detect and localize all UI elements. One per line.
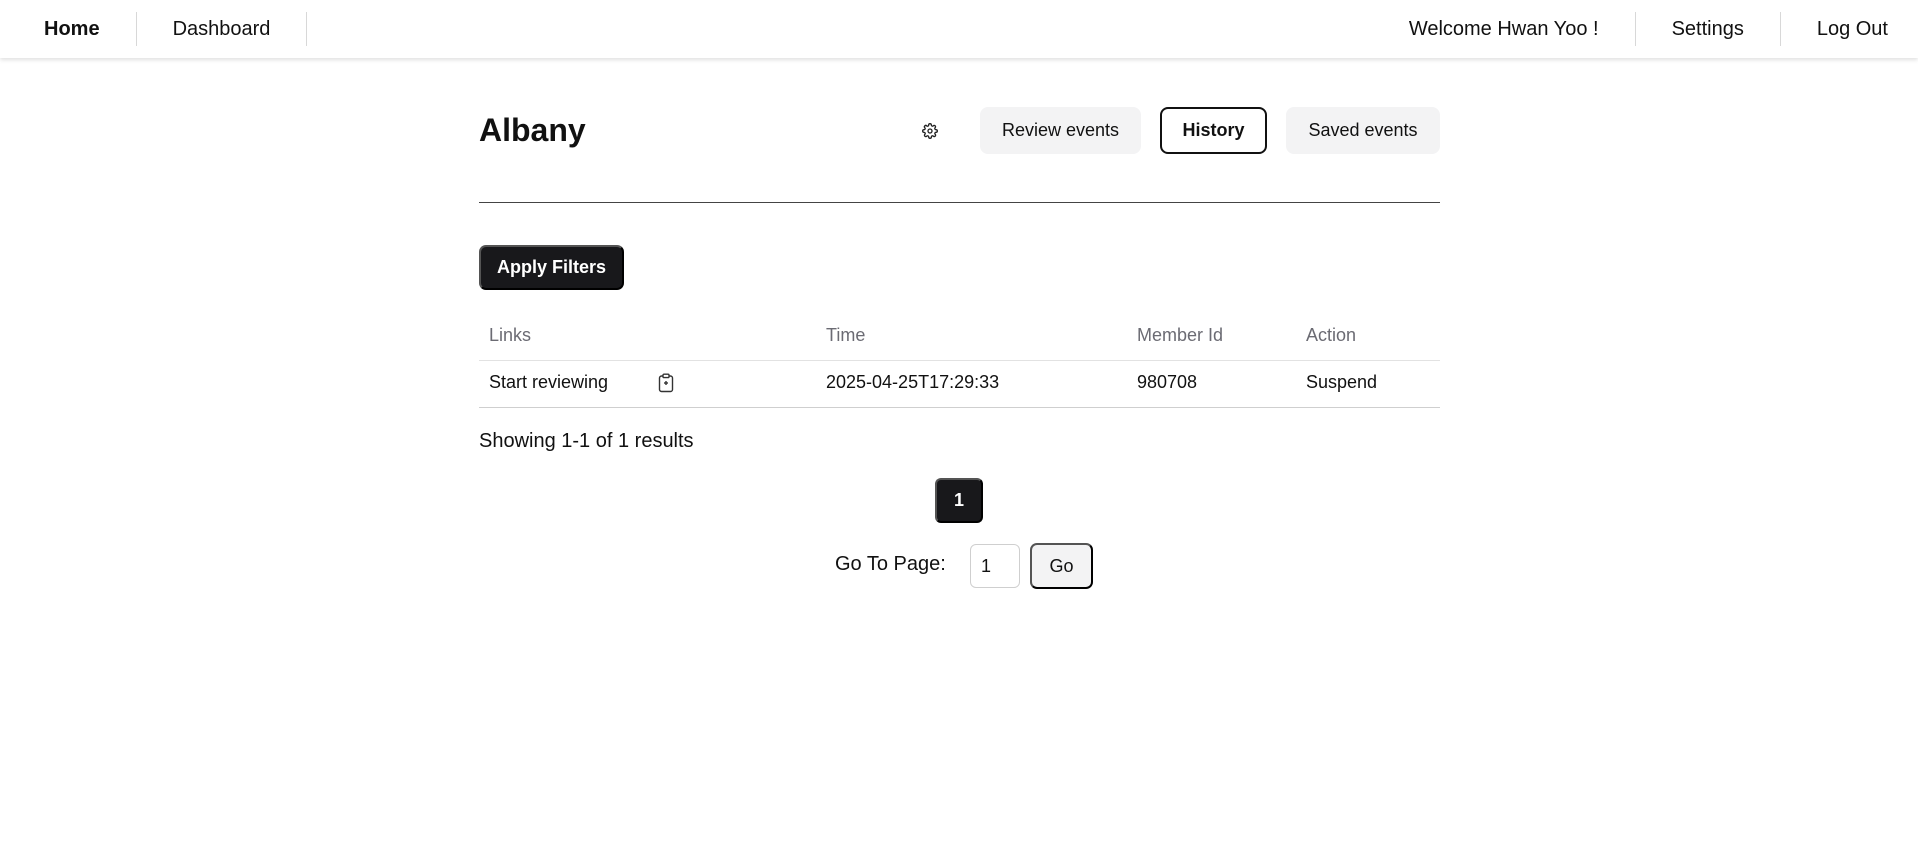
- go-to-page-label: Go To Page:: [835, 553, 946, 575]
- history-tab[interactable]: History: [1160, 107, 1267, 154]
- top-navigation: Home Dashboard Welcome Hwan Yoo ! Settin…: [0, 0, 1918, 58]
- header-divider: [479, 202, 1440, 203]
- column-header-time: Time: [826, 325, 866, 345]
- nav-left: Home Dashboard: [0, 0, 308, 58]
- apply-filters-button[interactable]: Apply Filters: [479, 245, 624, 290]
- page-button-1[interactable]: 1: [935, 478, 983, 523]
- nav-logout-link[interactable]: Log Out: [1781, 12, 1918, 46]
- welcome-message: Welcome Hwan Yoo !: [1408, 17, 1599, 40]
- nav-dashboard-link[interactable]: Dashboard: [137, 12, 307, 46]
- event-action: Suspend: [1306, 372, 1378, 392]
- start-reviewing-link[interactable]: Start reviewing: [489, 372, 608, 393]
- clipboard-icon[interactable]: [657, 373, 675, 393]
- results-summary: Showing 1-1 of 1 results: [479, 430, 694, 452]
- page-title: Albany: [479, 112, 586, 148]
- member-id: 980708: [1137, 372, 1198, 392]
- nav-home-link[interactable]: Home: [0, 12, 136, 46]
- table-row: Start reviewing 2025-04-25T17:29:33 9807…: [479, 361, 1440, 408]
- go-button[interactable]: Go: [1030, 543, 1093, 589]
- table-header: Links Time Member Id Action: [479, 314, 1440, 361]
- page-header: Albany Review events History Saved event…: [479, 106, 1440, 156]
- events-table: Links Time Member Id Action Start review…: [479, 314, 1440, 408]
- event-time: 2025-04-25T17:29:33: [826, 372, 1000, 392]
- nav-divider: [306, 12, 308, 46]
- saved-events-tab[interactable]: Saved events: [1286, 107, 1440, 154]
- column-header-links: Links: [489, 325, 532, 345]
- column-header-member-id: Member Id: [1137, 325, 1224, 345]
- column-header-action: Action: [1306, 325, 1357, 345]
- nav-settings-link[interactable]: Settings: [1636, 12, 1780, 46]
- go-to-page-input[interactable]: [970, 544, 1020, 588]
- gear-icon[interactable]: [917, 118, 943, 144]
- nav-right: Welcome Hwan Yoo ! Settings Log Out: [1373, 0, 1918, 58]
- review-events-tab[interactable]: Review events: [980, 107, 1141, 154]
